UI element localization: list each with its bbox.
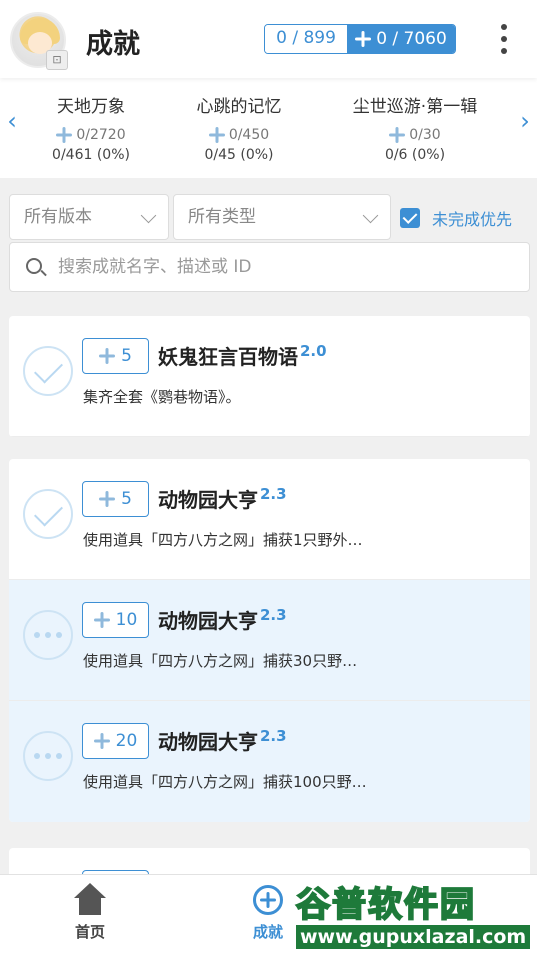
incomplete-first-label[interactable]: 未完成优先: [432, 206, 512, 230]
achievement-row[interactable]: 20 动物园大亨 2.3 使用道具「四方八方之网」捕获100只野…: [9, 701, 530, 822]
home-icon: [71, 883, 109, 917]
achievement-desc: 使用道具「四方八方之网」捕获100只野…: [83, 773, 367, 791]
avatar-badge-icon: ⊡: [46, 50, 68, 70]
category-item[interactable]: 心跳的记忆 0/450 0/45 (0%): [164, 92, 314, 163]
version-tag: 2.3: [260, 485, 287, 503]
category-item[interactable]: 尘世巡游·第一辑 0/30 0/6 (0%): [340, 92, 490, 163]
site-watermark: 谷普软件园 www.gupuxlazal.com: [295, 884, 534, 951]
check-icon[interactable]: [23, 489, 73, 539]
tab-home-label: 首页: [74, 923, 105, 941]
achievement-count: 0 / 899: [265, 25, 347, 53]
ellipsis-icon[interactable]: [23, 731, 73, 781]
type-select-value: 所有类型: [188, 207, 256, 227]
category-primogems-text: 0/30: [409, 127, 441, 143]
category-count: 0/45 (0%): [204, 147, 274, 163]
achievement-row[interactable]: 5 妖鬼狂言百物语 2.0 集齐全套《鹦巷物语》。: [9, 316, 530, 437]
type-select[interactable]: 所有类型: [173, 194, 391, 240]
achievement-desc: 使用道具「四方八方之网」捕获30只野…: [83, 652, 358, 670]
version-select[interactable]: 所有版本: [9, 194, 169, 240]
more-vert-icon[interactable]: [494, 22, 514, 56]
reward-value: 5: [121, 346, 132, 366]
achievement-title: 动物园大亨 2.3: [158, 605, 287, 634]
achievement-title-text: 动物园大亨: [158, 488, 258, 512]
achievement-title: 动物园大亨 2.3: [158, 484, 287, 513]
ellipsis-icon[interactable]: [23, 610, 73, 660]
category-primogems: 0/2720: [16, 127, 166, 143]
category-strip: ‹ 天地万象 0/2720 0/461 (0%) 心跳的记忆 0/450 0/4…: [0, 78, 537, 178]
primogem-icon: [99, 348, 115, 364]
watermark-url: www.gupuxlazal.com: [296, 925, 531, 949]
app-header: ⊡ 成就 0 / 899 0 / 7060: [0, 0, 537, 78]
primogem-icon: [94, 733, 110, 749]
primogem-count: 0 / 7060: [347, 25, 455, 53]
achievement-row[interactable]: 5 动物园大亨 2.3 使用道具「四方八方之网」捕获1只野外…: [9, 459, 530, 580]
version-tag: 2.3: [260, 727, 287, 745]
version-tag: 2.0: [300, 342, 327, 360]
reward-badge: 5: [82, 481, 149, 517]
reward-badge: 5: [82, 338, 149, 374]
achievement-desc: 使用道具「四方八方之网」捕获1只野外…: [83, 531, 363, 549]
filter-area: 所有版本 所有类型 未完成优先 搜索成就名字、描述或 ID: [0, 178, 537, 303]
primogem-icon: [209, 127, 225, 143]
category-primogems-text: 0/2720: [76, 127, 126, 143]
search-input[interactable]: 搜索成就名字、描述或 ID: [9, 242, 530, 292]
primogem-icon: [355, 31, 371, 47]
category-primogems-text: 0/450: [228, 127, 270, 143]
category-item[interactable]: 天地万象 0/2720 0/461 (0%): [16, 92, 166, 163]
primogem-icon: [94, 612, 110, 628]
achievement-card: 5 动物园大亨 2.3 使用道具「四方八方之网」捕获1只野外… 10 动物园大亨 2…: [9, 459, 530, 822]
primogem-icon: [56, 127, 72, 143]
page-title: 成就: [86, 29, 140, 60]
category-primogems: 0/450: [164, 127, 314, 143]
reward-badge: 20: [82, 723, 149, 759]
achievement-icon: [249, 883, 287, 917]
achievement-title-text: 动物园大亨: [158, 609, 258, 633]
check-icon[interactable]: [23, 346, 73, 396]
tab-home[interactable]: 首页: [50, 883, 130, 942]
category-count: 0/461 (0%): [52, 147, 130, 163]
reward-badge: 10: [82, 602, 149, 638]
score-summary: 0 / 899 0 / 7060: [264, 24, 456, 54]
search-icon: [26, 258, 42, 274]
achievement-desc: 集齐全套《鹦巷物语》。: [83, 388, 241, 406]
achievement-card: 5 妖鬼狂言百物语 2.0 集齐全套《鹦巷物语》。: [9, 316, 530, 437]
primogem-icon: [389, 127, 405, 143]
category-name: 天地万象: [57, 97, 125, 117]
category-primogems: 0/30: [340, 127, 490, 143]
version-select-value: 所有版本: [24, 207, 92, 227]
reward-value: 5: [121, 489, 132, 509]
search-placeholder: 搜索成就名字、描述或 ID: [58, 257, 252, 277]
reward-value: 20: [115, 731, 138, 751]
watermark-title: 谷普软件园: [295, 884, 476, 926]
incomplete-first-checkbox[interactable]: [400, 208, 420, 228]
category-count: 0/6 (0%): [384, 147, 446, 163]
chevron-right-icon[interactable]: ›: [515, 106, 535, 136]
category-name: 心跳的记忆: [196, 97, 282, 117]
primogem-count-text: 0 / 7060: [376, 28, 447, 49]
version-tag: 2.3: [260, 606, 287, 624]
reward-value: 10: [115, 610, 138, 630]
chevron-down-icon: [362, 207, 379, 224]
chevron-down-icon: [140, 207, 157, 224]
achievement-title-text: 妖鬼狂言百物语: [158, 345, 298, 369]
achievement-title: 妖鬼狂言百物语 2.0: [158, 341, 327, 370]
achievement-row[interactable]: 10 动物园大亨 2.3 使用道具「四方八方之网」捕获30只野…: [9, 580, 530, 701]
primogem-icon: [99, 491, 115, 507]
category-name: 尘世巡游·第一辑: [352, 97, 478, 117]
achievement-title: 动物园大亨 2.3: [158, 726, 287, 755]
achievement-title-text: 动物园大亨: [158, 730, 258, 754]
